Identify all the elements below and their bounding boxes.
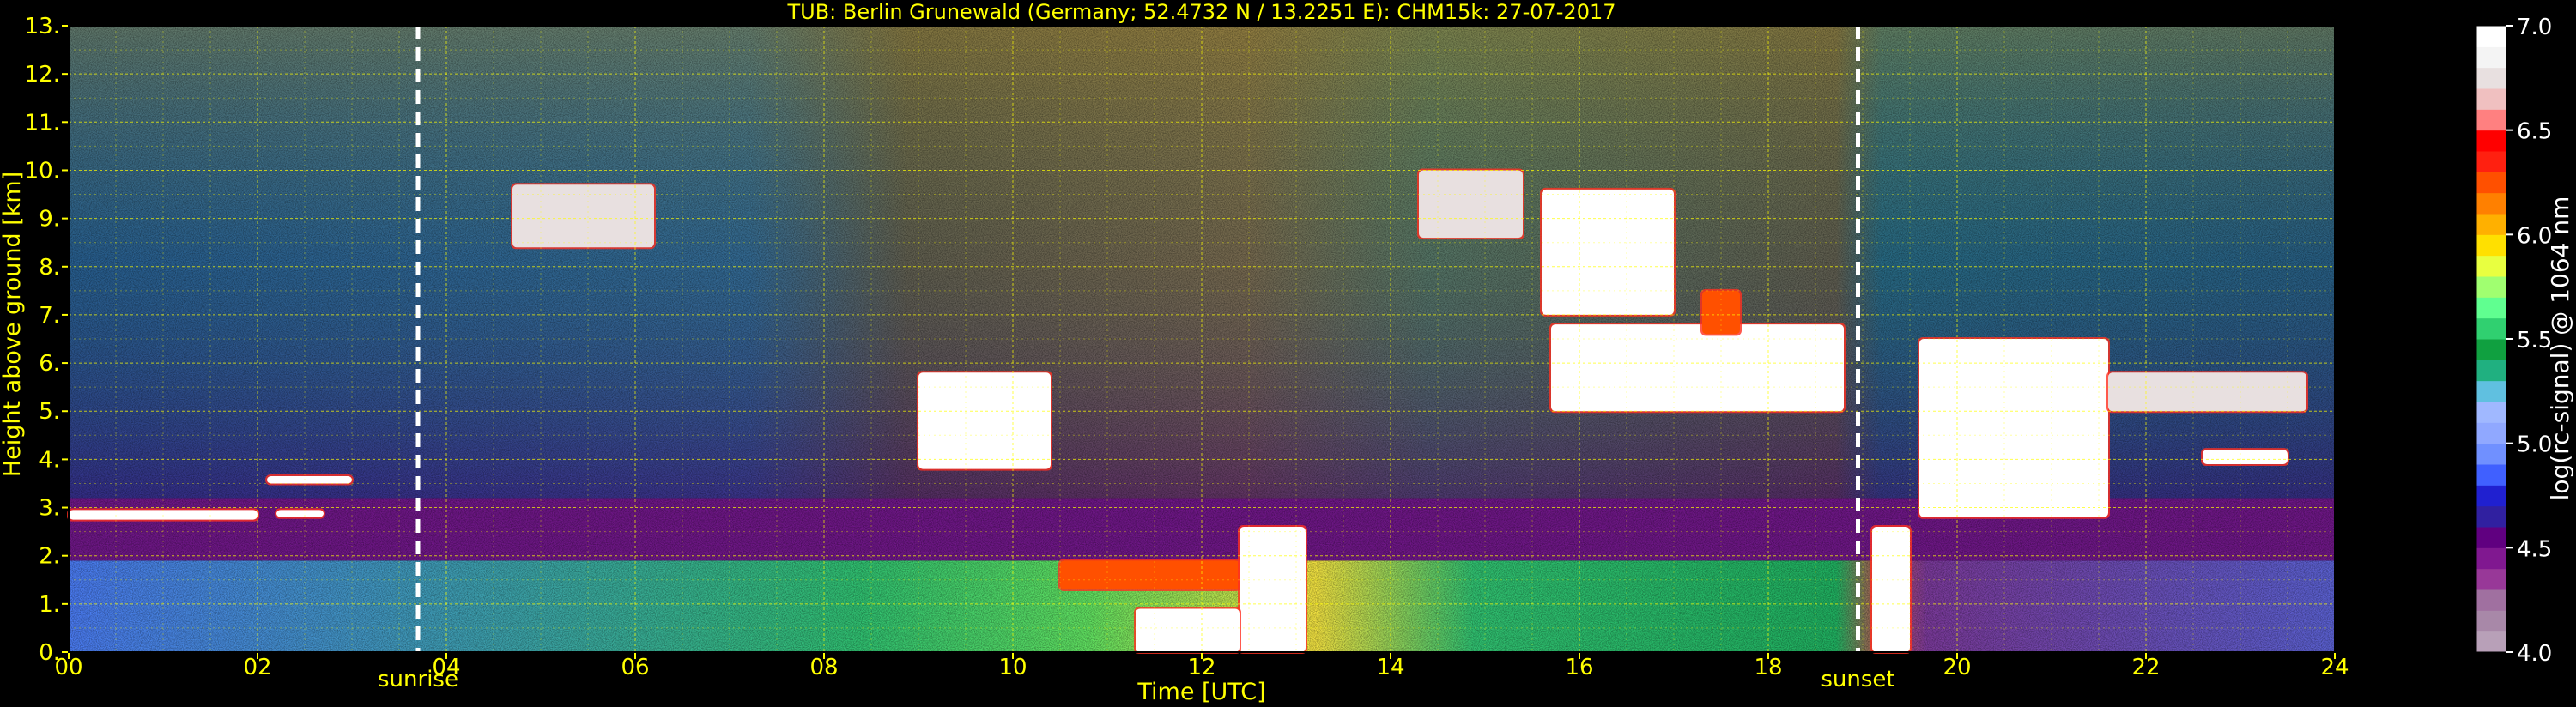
colorbar-label: log(rc-signal) @ 1064 nm: [2546, 196, 2574, 501]
x-tick-label: 16: [1565, 655, 1593, 680]
colorbar-swatch: [2476, 527, 2506, 548]
y-tick-label: 1.: [39, 592, 60, 618]
colorbar-swatch: [2476, 422, 2506, 444]
colorbar-swatch: [2476, 380, 2506, 402]
y-tick-label: 7.: [39, 303, 60, 329]
cloud-feature: [1919, 339, 2108, 517]
colorbar-swatch: [2476, 234, 2506, 257]
cloud-feature: [69, 510, 258, 520]
colorbar-swatch: [2476, 505, 2506, 528]
x-tick-label: 12: [1187, 655, 1215, 680]
x-tick-label: 10: [998, 655, 1027, 680]
y-tick-label: 8.: [39, 255, 60, 281]
colorbar-swatch: [2476, 130, 2506, 152]
colorbar: 4.04.55.05.56.06.57.0: [2476, 15, 2552, 667]
y-tick-label: 2.: [39, 544, 60, 570]
y-tick-label: 0.: [39, 640, 60, 666]
colorbar-swatch: [2476, 214, 2506, 235]
cloud-feature: [2203, 450, 2288, 464]
colorbar-swatch: [2476, 485, 2506, 507]
y-tick-label: 3.: [39, 496, 60, 522]
colorbar-swatch: [2476, 631, 2506, 653]
x-tick-label: 22: [2131, 655, 2160, 680]
colorbar-swatch: [2476, 443, 2506, 465]
colorbar-swatch: [2476, 360, 2506, 382]
y-tick-label: 4.: [39, 447, 60, 473]
cloud-feature: [918, 372, 1051, 469]
cloud-feature: [1136, 608, 1240, 652]
x-tick-label: 14: [1376, 655, 1404, 680]
x-tick-label: 24: [2320, 655, 2349, 680]
y-tick-label: 6.: [39, 351, 60, 377]
cloud-feature: [1060, 560, 1240, 589]
colorbar-swatch: [2476, 610, 2506, 632]
colorbar-swatch: [2476, 547, 2506, 570]
y-tick-label: 13.: [25, 14, 60, 39]
colorbar-swatch: [2476, 151, 2506, 172]
cloud-feature: [2108, 372, 2306, 412]
colorbar-swatch: [2476, 339, 2506, 360]
event-label-sunset: sunset: [1821, 667, 1894, 692]
x-tick-label: 06: [621, 655, 649, 680]
colorbar-swatch: [2476, 568, 2506, 590]
colorbar-swatch: [2476, 46, 2506, 69]
cloud-feature: [1551, 324, 1844, 412]
colorbar-swatch: [2476, 109, 2506, 131]
colorbar-swatch: [2476, 88, 2506, 110]
x-tick-label: 08: [809, 655, 838, 680]
colorbar-swatch: [2476, 26, 2506, 47]
colorbar-tick-label: 6.5: [2517, 119, 2552, 145]
y-tick-label: 10.: [25, 158, 60, 184]
cloud-feature: [267, 476, 352, 484]
colorbar-swatch: [2476, 402, 2506, 423]
colorbar-swatch: [2476, 192, 2506, 215]
lidar-quicklook: sunrise sunset 00 02 04 06 08 10 12 14 16 18 20 22 24…: [0, 0, 2574, 705]
x-axis-label: Time [UTC]: [1136, 679, 1265, 705]
x-tick-label: 18: [1754, 655, 1782, 680]
colorbar-tick-label: 7.0: [2517, 15, 2552, 40]
cloud-feature: [276, 510, 324, 517]
cloud-feature: [1872, 527, 1910, 652]
y-tick-label: 9.: [39, 207, 60, 233]
y-tick-label: 5.: [39, 399, 60, 425]
chart-title: TUB: Berlin Grunewald (Germany; 52.4732 …: [786, 0, 1615, 24]
colorbar-tick-label: 4.0: [2517, 641, 2552, 667]
cloud-feature: [1702, 290, 1740, 335]
x-tick-label: 20: [1943, 655, 1971, 680]
colorbar-swatch: [2476, 297, 2506, 319]
colorbar-swatch: [2476, 67, 2506, 89]
colorbar-tick-label: 4.5: [2517, 536, 2552, 562]
colorbar-swatch: [2476, 589, 2506, 611]
x-tick-label: 02: [243, 655, 271, 680]
colorbar-swatch: [2476, 276, 2506, 298]
y-tick-label: 12.: [25, 62, 60, 88]
colorbar-swatch: [2476, 172, 2506, 194]
cloud-feature: [1542, 189, 1674, 315]
cloud-feature: [1419, 170, 1523, 239]
colorbar-swatch: [2476, 317, 2506, 340]
cloud-feature: [1240, 527, 1306, 652]
x-tick-label: 04: [432, 655, 460, 680]
y-tick-label: 11.: [25, 110, 60, 136]
plot-area: [67, 26, 2335, 654]
colorbar-swatch: [2476, 464, 2506, 486]
y-axis-label: Height above ground [km]: [0, 172, 26, 477]
colorbar-swatch: [2476, 255, 2506, 277]
